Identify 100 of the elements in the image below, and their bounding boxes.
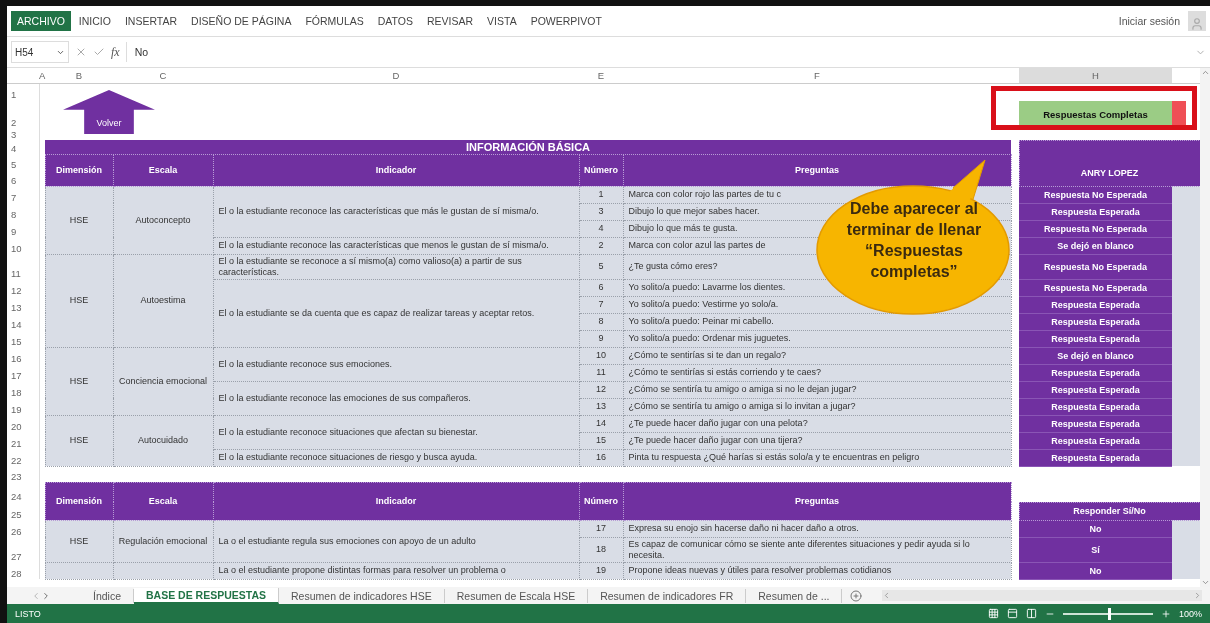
row-header[interactable]: 18 <box>7 381 39 398</box>
zoom-level[interactable]: 100% <box>1178 608 1202 619</box>
status-marker <box>1172 101 1186 127</box>
sheet-tab[interactable]: Resumen de ... <box>746 588 843 603</box>
table-cell: HSE <box>45 415 113 466</box>
ribbon-tab[interactable]: DATOS <box>371 11 419 31</box>
row-header[interactable]: 24 <box>7 482 39 502</box>
table-cell: Autoconcepto <box>113 186 213 254</box>
normal-view-icon[interactable] <box>987 608 999 619</box>
row-header[interactable]: 1 <box>7 83 39 100</box>
row-header[interactable]: 3 <box>7 128 39 140</box>
column-heading: Dimensión <box>45 482 113 520</box>
row-header[interactable]: 17 <box>7 364 39 381</box>
ribbon-tab[interactable]: ARCHIVO <box>11 11 71 31</box>
ribbon-tab[interactable]: VISTA <box>481 11 523 31</box>
row-header[interactable]: 9 <box>7 220 39 237</box>
sign-in-link[interactable]: Iniciar sesión <box>1118 15 1180 27</box>
next-sheet-icon[interactable] <box>41 590 51 601</box>
scroll-down-icon[interactable] <box>1200 578 1210 587</box>
column-heading: Escala <box>113 482 213 520</box>
sheet-tab[interactable]: Resumen de indicadores HSE <box>279 588 445 603</box>
row-header[interactable]: 6 <box>7 170 39 186</box>
row-header[interactable]: 28 <box>7 562 39 579</box>
user-icon[interactable] <box>1188 11 1206 31</box>
table-cell: El o la estudiante reconoce situaciones que afectan su bienestar. <box>213 415 579 449</box>
row-header[interactable]: 13 <box>7 296 39 313</box>
table-cell: La o el estudiante regula sus emociones con apoyo de un adulto <box>213 520 579 562</box>
add-sheet-icon[interactable] <box>850 589 863 602</box>
table-cell: El o la estudiante se reconoce a sí mismo(a) como valioso(a) a partir de sus características. <box>213 254 579 279</box>
insert-function-button[interactable]: fx <box>111 44 120 60</box>
row-header[interactable]: 4 <box>7 140 39 154</box>
section-title: INFORMACIÓN BÁSICA <box>45 140 1011 154</box>
table-cell: HSE <box>45 347 113 415</box>
row-header[interactable]: 23 <box>7 466 39 482</box>
column-heading: Responder Sí/No <box>1019 502 1200 520</box>
zoom-in-icon[interactable] <box>1160 608 1171 619</box>
ribbon-tab[interactable]: INSERTAR <box>118 11 184 31</box>
page-break-icon[interactable] <box>1025 608 1037 619</box>
scroll-up-icon[interactable] <box>1200 68 1210 77</box>
column-heading: ANRY LOPEZ <box>1019 140 1200 186</box>
sheet-tab[interactable]: Resumen de Escala HSE <box>444 588 589 603</box>
complete-answers-button[interactable]: Respuestas Completas <box>1019 101 1172 127</box>
page-layout-icon[interactable] <box>1006 608 1018 619</box>
table-cell: El o la estudiante reconoce las emociones de sus compañeros. <box>213 381 579 415</box>
row-header[interactable]: 15 <box>7 330 39 347</box>
column-header[interactable]: H <box>1019 68 1172 84</box>
row-header[interactable]: 10 <box>7 237 39 254</box>
row-header[interactable]: 8 <box>7 203 39 220</box>
ribbon-tab[interactable]: POWERPIVOT <box>524 11 608 31</box>
row-header[interactable]: 5 <box>7 154 39 170</box>
check-icon[interactable] <box>93 46 105 58</box>
row-header[interactable]: 11 <box>7 254 39 279</box>
table-cell: Autoestima <box>113 254 213 347</box>
table-cell: HSE <box>45 186 113 254</box>
cancel-icon[interactable] <box>75 46 87 58</box>
table-cell: El o la estudiante reconoce sus emociones. <box>213 347 579 381</box>
ribbon-tab[interactable]: REVISAR <box>420 11 480 31</box>
row-header[interactable]: 25 <box>7 502 39 520</box>
table-cell: Respuesta No Esperada <box>1019 254 1172 279</box>
table-cell: 18 <box>579 537 623 562</box>
column-heading: Preguntas <box>623 154 1011 186</box>
zoom-thumb[interactable] <box>1107 607 1111 620</box>
row-header[interactable]: 20 <box>7 415 39 432</box>
column-heading: Indicador <box>213 154 579 186</box>
ribbon-tab[interactable]: INICIO <box>72 11 117 31</box>
table-cell: Conciencia emocional <box>113 347 213 415</box>
row-header[interactable]: 7 <box>7 186 39 203</box>
sheet-tab[interactable]: Resumen de indicadores FR <box>588 588 747 603</box>
formula-input[interactable]: No <box>125 42 1189 62</box>
table-cell: HSE <box>45 520 113 562</box>
column-heading: Número <box>579 482 623 520</box>
table-cell: Es capaz de comunicar cómo se siente ante diferentes situaciones y pedir ayuda si lo necesita. <box>623 537 1011 562</box>
table-cell: HSE <box>45 254 113 347</box>
table-cell: El o la estudiante reconoce las características que más le gustan de sí misma/o. <box>213 186 579 237</box>
row-header[interactable]: 21 <box>7 432 39 449</box>
column-heading: Número <box>579 154 623 186</box>
row-header[interactable]: 12 <box>7 279 39 296</box>
column-heading: Dimensión <box>45 154 113 186</box>
table-cell: Sí <box>1019 537 1172 562</box>
row-header[interactable]: 2 <box>7 100 39 128</box>
row-header[interactable]: 26 <box>7 520 39 537</box>
column-heading: Escala <box>113 154 213 186</box>
previous-sheet-icon[interactable] <box>31 590 41 601</box>
ribbon-tab[interactable]: FÓRMULAS <box>299 11 370 31</box>
column-heading: Preguntas <box>623 482 1011 520</box>
sheet-tab[interactable]: BASE DE RESPUESTAS <box>134 587 280 604</box>
row-header[interactable]: 16 <box>7 347 39 364</box>
row-header[interactable]: 22 <box>7 449 39 466</box>
table-cell: Regulación emocional <box>113 520 213 562</box>
scroll-right-icon[interactable] <box>1193 591 1202 600</box>
status-text: LISTO <box>15 608 41 619</box>
table-cell: 5 <box>579 254 623 279</box>
row-header[interactable]: 19 <box>7 398 39 415</box>
name-box[interactable]: H54 <box>11 41 69 63</box>
ribbon-tab[interactable]: DISEÑO DE PÁGINA <box>185 11 298 31</box>
column-heading: Indicador <box>213 482 579 520</box>
row-header[interactable]: 14 <box>7 313 39 330</box>
row-header[interactable]: 27 <box>7 537 39 562</box>
horizontal-scrollbar[interactable] <box>882 590 1202 601</box>
table-cell: Autocuidado <box>113 415 213 466</box>
